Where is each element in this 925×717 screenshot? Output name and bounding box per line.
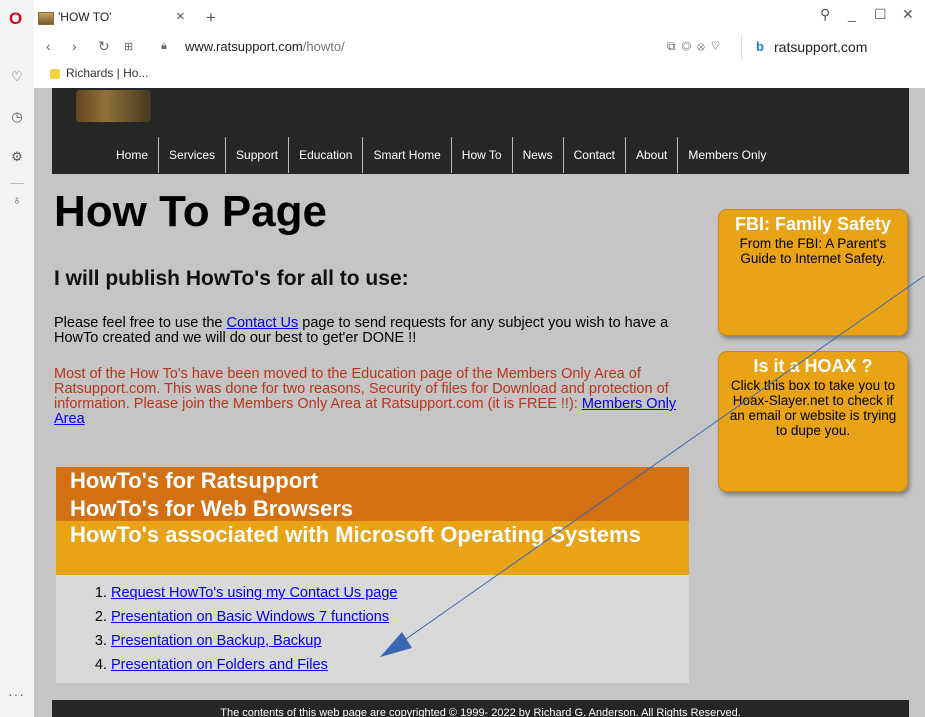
arrow-line (395, 275, 925, 647)
arrowhead-icon (380, 632, 412, 657)
annotation-arrow (380, 275, 925, 657)
